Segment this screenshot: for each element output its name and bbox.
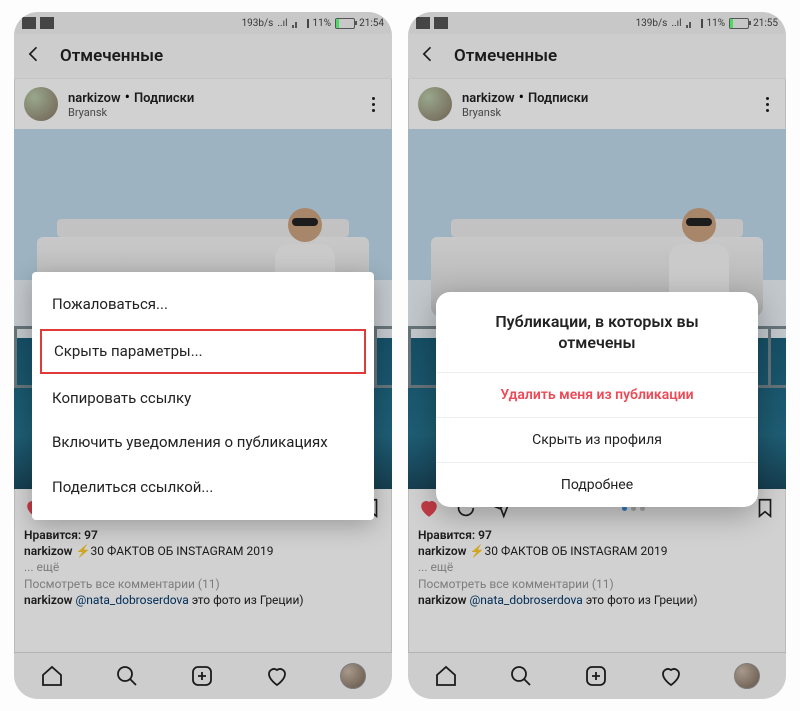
- nav-add-icon[interactable]: [190, 664, 214, 688]
- signal-text: ..ıl: [277, 18, 287, 29]
- status-bar: 193b/s ..ıl 11% 21:54: [14, 12, 392, 34]
- bottom-nav: [14, 652, 392, 699]
- signal-icon: [292, 18, 304, 28]
- view-comments-prefix[interactable]: Посмотреть все комментарии (: [24, 577, 202, 591]
- author-username[interactable]: narkizow: [68, 91, 121, 106]
- subscribe-label[interactable]: Подписки: [528, 91, 588, 106]
- nav-activity-icon[interactable]: [265, 664, 289, 688]
- network-rate: 193b/s: [242, 18, 274, 29]
- phone-left: 193b/s ..ıl 11% 21:54 Отмеченные narkizo…: [14, 12, 392, 699]
- page-title: Отмеченные: [60, 46, 163, 66]
- status-icon: [434, 17, 448, 29]
- battery-icon: [729, 18, 749, 29]
- app-header: Отмеченные: [14, 34, 392, 79]
- comment-user[interactable]: narkizow: [24, 593, 73, 607]
- nav-home-icon[interactable]: [40, 664, 64, 688]
- caption-text: ⚡30 ФАКТОВ ОБ INSTAGRAM 2019: [470, 544, 668, 558]
- separator: •: [519, 87, 528, 106]
- post-meta: Нравится: 97 narkizow ⚡30 ФАКТОВ ОБ INST…: [14, 527, 392, 614]
- dialog-more[interactable]: Подробнее: [436, 462, 758, 507]
- dialog-title: Публикации, в которых вы отмечены: [436, 292, 758, 372]
- nav-search-icon[interactable]: [509, 664, 533, 688]
- battery-pct: 11%: [707, 18, 726, 29]
- nav-profile-icon[interactable]: [340, 663, 366, 689]
- caption-user[interactable]: narkizow: [418, 544, 467, 558]
- nav-activity-icon[interactable]: [659, 664, 683, 688]
- menu-copy-link[interactable]: Копировать ссылку: [32, 376, 374, 421]
- separator: •: [125, 87, 134, 106]
- menu-report[interactable]: Пожаловаться...: [32, 282, 374, 327]
- post-header: narkizow • Подписки Bryansk: [408, 79, 786, 129]
- likes-count[interactable]: 97: [84, 528, 98, 542]
- caption-more[interactable]: ... ещё: [24, 560, 59, 574]
- view-comments-count[interactable]: 11: [202, 577, 216, 591]
- post-more-icon[interactable]: [758, 97, 776, 112]
- signal-text: ..ıl: [671, 18, 681, 29]
- post-location[interactable]: Bryansk: [462, 107, 748, 120]
- comment-user[interactable]: narkizow: [418, 593, 467, 607]
- comment-mention[interactable]: @nata_dobroserdova: [76, 593, 189, 607]
- post-meta: Нравится: 97 narkizow ⚡30 ФАКТОВ ОБ INST…: [408, 527, 786, 614]
- page-title: Отмеченные: [454, 46, 557, 66]
- post-location[interactable]: Bryansk: [68, 107, 354, 120]
- caption-text: ⚡30 ФАКТОВ ОБ INSTAGRAM 2019: [76, 544, 274, 558]
- view-comments-suffix[interactable]: ): [610, 577, 614, 591]
- network-rate: 139b/s: [636, 18, 668, 29]
- dialog-remove-tag[interactable]: Удалить меня из публикации: [436, 372, 758, 417]
- battery-pct: 11%: [313, 18, 332, 29]
- dialog-hide-profile[interactable]: Скрыть из профиля: [436, 417, 758, 462]
- back-arrow-icon[interactable]: [418, 44, 438, 68]
- view-comments-suffix[interactable]: ): [216, 577, 220, 591]
- likes-label[interactable]: Нравится:: [24, 528, 81, 542]
- post-more-icon[interactable]: [364, 97, 382, 112]
- comment-mention[interactable]: @nata_dobroserdova: [470, 593, 583, 607]
- status-icon: [416, 17, 430, 29]
- author-avatar[interactable]: [418, 87, 452, 121]
- bookmark-icon[interactable]: [754, 497, 776, 519]
- status-icon: [22, 17, 36, 29]
- options-menu: Пожаловаться... Скрыть параметры... Копи…: [32, 272, 374, 520]
- menu-enable-notifications[interactable]: Включить уведомления о публикациях: [32, 420, 374, 465]
- bottom-nav: [408, 652, 786, 699]
- post-header: narkizow • Подписки Bryansk: [14, 79, 392, 129]
- likes-count[interactable]: 97: [478, 528, 492, 542]
- caption-more[interactable]: ... ещё: [418, 560, 453, 574]
- subscribe-label[interactable]: Подписки: [134, 91, 194, 106]
- like-icon[interactable]: [418, 497, 440, 519]
- author-username[interactable]: narkizow: [462, 91, 515, 106]
- likes-label[interactable]: Нравится:: [418, 528, 475, 542]
- nav-home-icon[interactable]: [434, 664, 458, 688]
- nav-profile-icon[interactable]: [734, 663, 760, 689]
- view-comments-prefix[interactable]: Посмотреть все комментарии (: [418, 577, 596, 591]
- status-bar: 139b/s ..ıl 11% 21:55: [408, 12, 786, 34]
- phone-right: 139b/s ..ıl 11% 21:55 Отмеченные narkizo…: [408, 12, 786, 699]
- tagged-dialog: Публикации, в которых вы отмечены Удалит…: [436, 292, 758, 507]
- nav-search-icon[interactable]: [115, 664, 139, 688]
- comment-text: это фото из Греции): [192, 593, 304, 607]
- signal-icon: [686, 18, 698, 28]
- comment-text: это фото из Греции): [586, 593, 698, 607]
- status-icon: [40, 17, 54, 29]
- menu-share-link[interactable]: Поделиться ссылкой...: [32, 465, 374, 510]
- author-avatar[interactable]: [24, 87, 58, 121]
- nav-add-icon[interactable]: [584, 664, 608, 688]
- battery-icon: [335, 18, 355, 29]
- clock: 21:55: [753, 18, 778, 29]
- view-comments-count[interactable]: 11: [596, 577, 610, 591]
- menu-hide-options[interactable]: Скрыть параметры...: [40, 329, 366, 374]
- caption-user[interactable]: narkizow: [24, 544, 73, 558]
- clock: 21:54: [359, 18, 384, 29]
- app-header: Отмеченные: [408, 34, 786, 79]
- back-arrow-icon[interactable]: [24, 44, 44, 68]
